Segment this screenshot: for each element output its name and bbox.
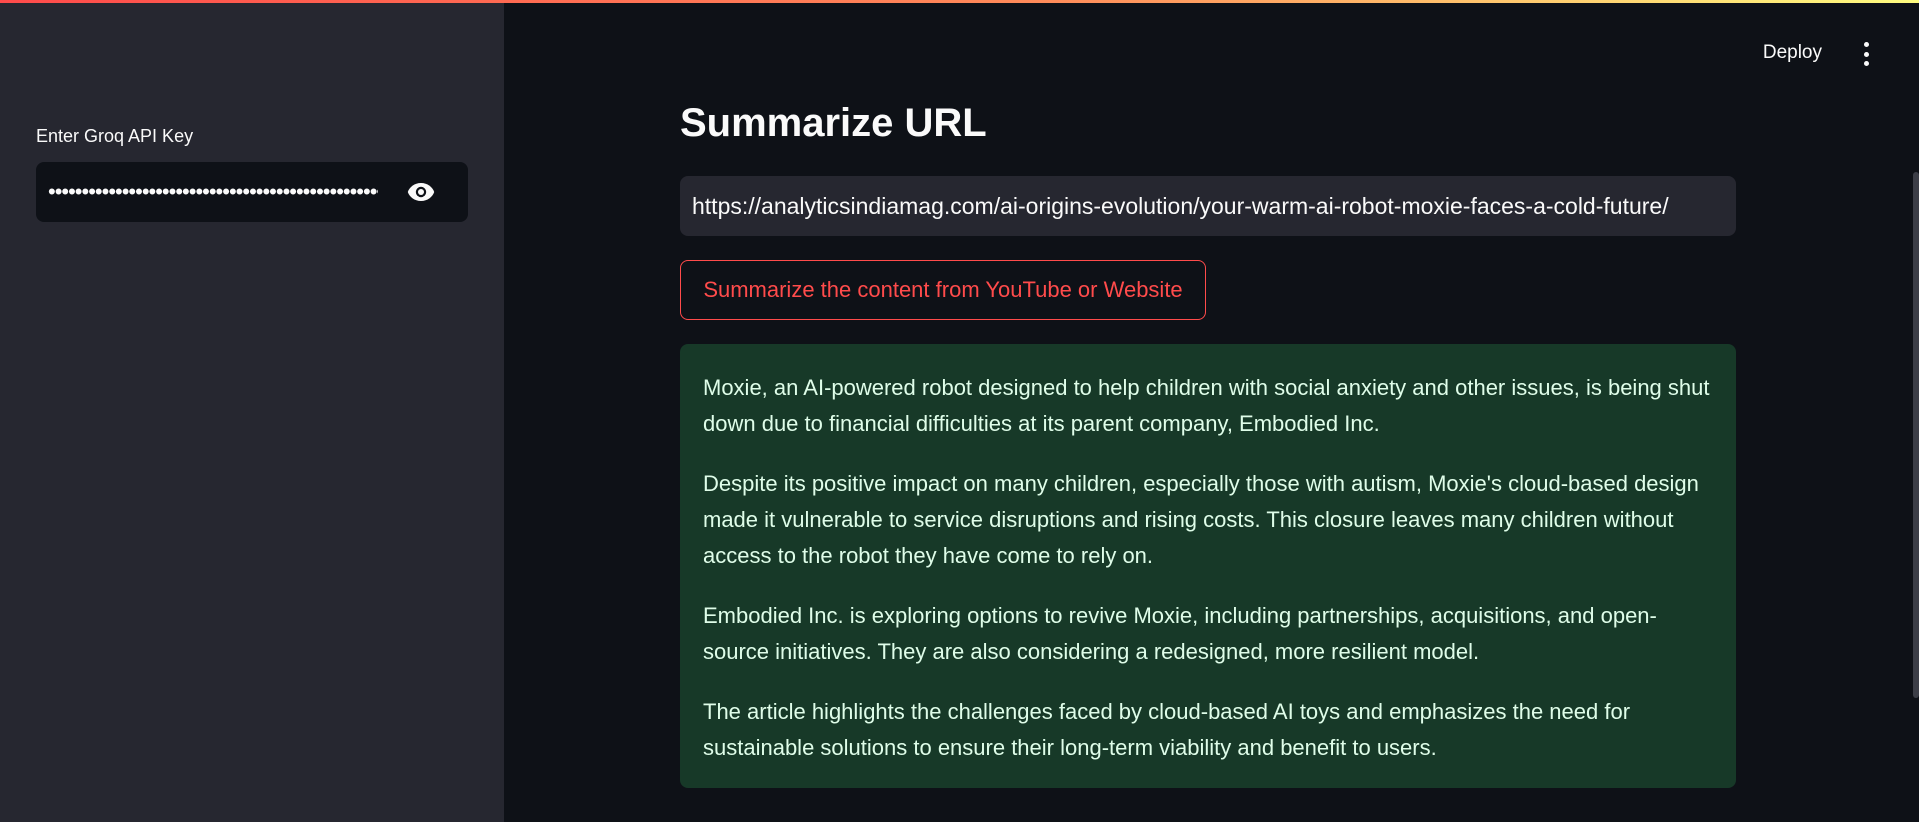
summary-paragraph: Despite its positive impact on many chil…	[703, 471, 1699, 568]
top-decoration-bar	[0, 0, 1919, 3]
sidebar: Enter Groq API Key	[0, 0, 504, 822]
scrollbar[interactable]	[1913, 172, 1919, 698]
api-key-label: Enter Groq API Key	[36, 126, 194, 146]
summary-paragraph: Embodied Inc. is exploring options to re…	[703, 603, 1657, 664]
url-input[interactable]	[680, 176, 1736, 236]
api-key-input[interactable]	[48, 162, 378, 222]
page-title: Summarize URL	[680, 101, 987, 145]
summary-paragraph: Moxie, an AI-powered robot designed to h…	[703, 375, 1710, 436]
summary-paragraph: The article highlights the challenges fa…	[703, 699, 1631, 760]
summarize-button[interactable]: Summarize the content from YouTube or We…	[680, 260, 1206, 320]
vertical-ellipsis-icon[interactable]	[1861, 42, 1871, 66]
main-area: Deploy Summarize URL Summarize the conte…	[504, 0, 1919, 822]
api-key-field	[36, 162, 468, 222]
deploy-button[interactable]: Deploy	[1763, 42, 1822, 64]
eye-icon[interactable]	[406, 178, 436, 206]
summary-result-box: Moxie, an AI-powered robot designed to h…	[680, 344, 1736, 788]
